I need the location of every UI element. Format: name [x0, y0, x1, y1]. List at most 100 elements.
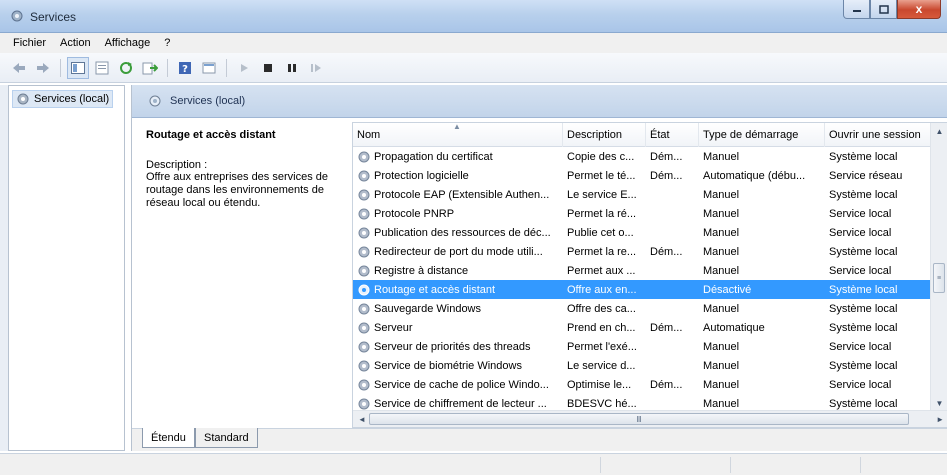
- restart-service-button[interactable]: [305, 57, 327, 79]
- service-name: Service de cache de police Windo...: [374, 378, 549, 391]
- menu-action[interactable]: Action: [53, 37, 98, 49]
- maximize-button[interactable]: [870, 0, 897, 19]
- export-list-button[interactable]: [139, 57, 161, 79]
- description-text: Offre aux entreprises des services de ro…: [146, 171, 328, 209]
- forward-icon: [37, 62, 49, 73]
- horizontal-scrollbar[interactable]: ◄ Ⅲ ►: [353, 410, 947, 427]
- console-tree: Services (local): [8, 85, 125, 451]
- menu-view[interactable]: Affichage: [98, 37, 158, 49]
- service-gear-icon: [358, 303, 370, 314]
- service-gear-icon: [358, 189, 370, 200]
- cell-name: Redirecteur de port du mode utili...: [353, 245, 563, 259]
- start-service-button[interactable]: [233, 57, 255, 79]
- table-row[interactable]: Registre à distance Permet aux ... Manuel S…: [353, 261, 931, 280]
- forward-button[interactable]: [32, 57, 54, 79]
- cell-logon: Système local: [829, 283, 898, 296]
- service-name: Service de chiffrement de lecteur ...: [374, 397, 547, 410]
- toolbar-separator: [226, 58, 227, 77]
- scrollbar-thumb[interactable]: ≡: [933, 263, 945, 293]
- pause-icon: [288, 63, 296, 72]
- cell-description: Permet le té...: [567, 169, 636, 182]
- cell-description: Prend en ch...: [567, 321, 636, 334]
- window-edge: [0, 85, 8, 451]
- cell-state: Dém...: [650, 150, 683, 163]
- horizontal-scrollbar-thumb[interactable]: Ⅲ: [369, 413, 909, 425]
- show-hide-tree-icon: [71, 61, 85, 74]
- cell-name: Protocole PNRP: [353, 207, 563, 221]
- vertical-scrollbar[interactable]: ▲ ≡ ▼: [930, 123, 947, 412]
- service-gear-icon: [358, 265, 370, 276]
- table-row[interactable]: Protocole PNRP Permet la ré... Manuel Servi…: [353, 204, 931, 223]
- cell-name: Serveur de priorités des threads: [353, 340, 563, 354]
- title-bar: Services x: [0, 0, 947, 33]
- column-header-name[interactable]: ▲ Nom: [353, 123, 563, 147]
- window-title: Services: [30, 10, 77, 24]
- column-header-logon[interactable]: Ouvrir une session: [825, 123, 947, 147]
- service-name: Publication des ressources de déc...: [374, 226, 551, 239]
- cell-startup: Manuel: [703, 207, 740, 220]
- toolbar: ?: [0, 53, 947, 83]
- help-button[interactable]: ?: [174, 57, 196, 79]
- details-header: Services (local): [132, 85, 947, 118]
- tab-extended[interactable]: Étendu: [142, 428, 195, 448]
- properties-button[interactable]: [91, 57, 113, 79]
- show-hide-tree-button[interactable]: [67, 56, 89, 79]
- menu-file[interactable]: Fichier: [6, 37, 53, 49]
- close-button[interactable]: x: [897, 0, 941, 19]
- table-row[interactable]: Redirecteur de port du mode utili... Perm…: [353, 242, 931, 261]
- cell-description: BDESVC hé...: [567, 397, 637, 410]
- table-row[interactable]: Protocole EAP (Extensible Authen... Le se…: [353, 185, 931, 204]
- cell-logon: Système local: [829, 359, 898, 372]
- cell-state: Dém...: [650, 378, 683, 391]
- scroll-left-icon[interactable]: ◄: [358, 415, 366, 424]
- column-header-description[interactable]: Description: [563, 123, 646, 147]
- table-row[interactable]: Routage et accès distant Offre aux en... D…: [353, 280, 931, 299]
- cell-logon: Système local: [829, 302, 898, 315]
- cell-name: Registre à distance: [353, 264, 563, 278]
- column-header-startup-type[interactable]: Type de démarrage: [699, 123, 825, 147]
- console-button[interactable]: [198, 57, 220, 79]
- cell-logon: Système local: [829, 245, 898, 258]
- scroll-up-icon[interactable]: ▲: [931, 123, 947, 140]
- table-row[interactable]: Service de cache de police Windo... Optim…: [353, 375, 931, 394]
- refresh-button[interactable]: [115, 57, 137, 79]
- cell-description: Optimise le...: [567, 378, 632, 391]
- export-list-icon: [142, 62, 158, 74]
- minimize-button[interactable]: [843, 0, 870, 19]
- back-button[interactable]: [8, 57, 30, 79]
- pause-service-button[interactable]: [281, 57, 303, 79]
- svg-text:?: ?: [182, 64, 188, 75]
- service-gear-icon: [358, 151, 370, 162]
- table-row[interactable]: Service de biométrie Windows Le service d…: [353, 356, 931, 375]
- view-tabs: Étendu Standard: [132, 428, 947, 451]
- table-row[interactable]: Serveur Prend en ch... Dém... Automatique Sy…: [353, 318, 931, 337]
- service-name: Propagation du certificat: [374, 150, 493, 163]
- cell-startup: Manuel: [703, 378, 740, 391]
- table-row[interactable]: Propagation du certificat Copie des c... D…: [353, 147, 931, 166]
- tree-item-services-local[interactable]: Services (local): [12, 90, 114, 108]
- window-controls: x: [843, 0, 941, 20]
- cell-startup: Manuel: [703, 245, 740, 258]
- tab-standard[interactable]: Standard: [195, 428, 258, 448]
- cell-description: Offre des ca...: [567, 302, 636, 315]
- help-icon: ?: [179, 61, 191, 75]
- table-row[interactable]: Protection logicielle Permet le té... Dém.…: [353, 166, 931, 185]
- restart-icon: [311, 63, 321, 72]
- table-row[interactable]: Serveur de priorités des threads Permet l…: [353, 337, 931, 356]
- service-name: Service de biométrie Windows: [374, 359, 522, 372]
- service-gear-icon: [358, 398, 370, 409]
- status-divider: [730, 457, 731, 473]
- maximize-icon: [878, 4, 889, 14]
- scroll-right-icon[interactable]: ►: [936, 415, 944, 424]
- cell-startup: Automatique (débu...: [703, 169, 806, 182]
- column-header-state[interactable]: État: [646, 123, 699, 147]
- cell-description: Permet la ré...: [567, 207, 637, 220]
- toolbar-separator: [167, 58, 168, 77]
- table-row[interactable]: Publication des ressources de déc... Publ…: [353, 223, 931, 242]
- service-gear-icon: [358, 246, 370, 257]
- table-row[interactable]: Sauvegarde Windows Offre des ca... Manuel S…: [353, 299, 931, 318]
- services-icon: [17, 93, 29, 105]
- menu-bar: Fichier Action Affichage ?: [0, 33, 947, 53]
- menu-help[interactable]: ?: [157, 37, 177, 49]
- stop-service-button[interactable]: [257, 57, 279, 79]
